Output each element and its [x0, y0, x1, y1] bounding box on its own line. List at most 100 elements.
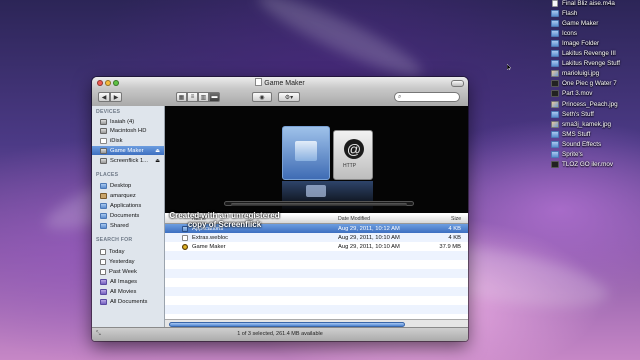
desktop-item[interactable]: SMS Stuff: [551, 129, 640, 139]
sidebar-item-label: Today: [109, 248, 125, 255]
applications-folder-preview[interactable]: [282, 126, 330, 180]
cover-flow-scroll-thumb[interactable]: [231, 202, 407, 206]
eye-icon: ◉: [259, 94, 265, 101]
sidebar-item-screenflick[interactable]: Screenflick 1... ⏏: [92, 156, 164, 165]
forward-button[interactable]: ▶: [110, 92, 122, 102]
sidebar-item-label: Desktop: [110, 182, 132, 189]
desktop-item[interactable]: Lakitus Rvenge Stuff: [551, 59, 640, 69]
sidebar-item-past-week[interactable]: Past Week: [92, 267, 164, 276]
scroll-thumb[interactable]: [169, 321, 405, 327]
finder-window: Game Maker ◀ ▶ ▦ ≡ ▥ ▬ ◉ ⚙▾ ⌕ DEVICES Is…: [92, 77, 468, 341]
folder-icon: [551, 39, 559, 47]
sidebar-item-isaiah[interactable]: Isaiah (4): [92, 117, 164, 126]
sidebar-item-all-images[interactable]: All Images: [92, 277, 164, 286]
desktop-item[interactable]: One Piec g Water 7: [551, 79, 640, 89]
disk-icon: [100, 127, 107, 134]
folder-icon: [551, 60, 559, 68]
desktop-item-label: Icons: [562, 29, 578, 37]
eject-icon[interactable]: ⏏: [155, 158, 160, 164]
desktop-item[interactable]: Game Maker: [551, 18, 640, 28]
sidebar-item-label: iDisk: [110, 137, 123, 144]
desktop-item-label: marioluigi.jpg: [562, 70, 600, 78]
folder-icon: [551, 110, 559, 118]
desktop-item[interactable]: Image Folder: [551, 38, 640, 48]
icon-view-icon: ▦: [178, 94, 185, 101]
sidebar-header-places: PLACES: [96, 172, 119, 178]
search-field[interactable]: ⌕: [394, 92, 460, 102]
toolbar-toggle-button[interactable]: [451, 80, 464, 87]
title-bar[interactable]: Game Maker: [92, 77, 468, 88]
forward-arrow-icon: ▶: [113, 94, 119, 101]
mouse-cursor-icon: [507, 64, 511, 70]
list-view-icon: ≡: [190, 94, 195, 100]
sidebar-item-label: All Documents: [110, 298, 148, 305]
toolbar: ◀ ▶ ▦ ≡ ▥ ▬ ◉ ⚙▾ ⌕: [92, 88, 468, 107]
column-header-size[interactable]: Size: [451, 216, 461, 222]
folder-icon: [551, 151, 559, 158]
column-view-button[interactable]: ▥: [198, 92, 209, 102]
coverflow-view-icon: ▬: [211, 94, 218, 100]
desktop-item-label: Final Bliz aise.m4a: [562, 0, 615, 7]
list-view-button[interactable]: ≡: [187, 92, 198, 102]
desktop-item[interactable]: Icons: [551, 28, 640, 38]
back-button[interactable]: ◀: [98, 92, 110, 102]
table-row[interactable]: Extras.webloc Aug 29, 2011, 10:10 AM 4 K…: [165, 233, 468, 242]
desktop-item-label: sma3j_kamek.jpg: [562, 120, 611, 128]
desktop-item[interactable]: Sprite's: [551, 150, 640, 160]
sidebar-item-yesterday[interactable]: Yesterday: [92, 257, 164, 266]
sidebar-item-label: Yesterday: [109, 258, 135, 265]
search-input[interactable]: [405, 94, 457, 101]
desktop-item[interactable]: TLOZ GO iler.mov: [551, 160, 640, 170]
game-maker-app-icon: [182, 243, 188, 250]
http-icon: HTTP: [343, 163, 357, 169]
sidebar-item-all-documents[interactable]: All Documents: [92, 297, 164, 306]
sidebar-item-home[interactable]: amarquez: [92, 191, 164, 200]
folder-icon: [551, 9, 559, 17]
coverflow-view-button[interactable]: ▬: [209, 92, 220, 102]
folder-icon: [551, 29, 559, 37]
cover-flow-area[interactable]: @ HTTP: [165, 106, 468, 213]
folder-icon: [551, 19, 559, 27]
desktop-item-label: Flash: [562, 9, 578, 17]
search-icon: ⌕: [398, 94, 402, 100]
quick-look-button[interactable]: ◉: [252, 92, 272, 102]
image-icon: [551, 70, 559, 78]
folder-proxy-icon[interactable]: [255, 78, 263, 86]
eject-icon[interactable]: ⏏: [155, 148, 160, 154]
desktop-item-label: Part 3.mov: [562, 90, 593, 98]
icon-view-button[interactable]: ▦: [176, 92, 187, 102]
desktop-item[interactable]: Princess_Peach.jpg: [551, 99, 640, 109]
window-title-text: Game Maker: [264, 80, 305, 87]
clock-icon: [100, 268, 106, 275]
sidebar-item-today[interactable]: Today: [92, 247, 164, 256]
desktop-item[interactable]: Final Bliz aise.m4a: [551, 0, 640, 8]
watermark-line-1: Created with an unregistered: [169, 211, 280, 220]
sidebar-item-desktop[interactable]: Desktop: [92, 181, 164, 190]
sidebar-item-macintosh-hd[interactable]: Macintosh HD: [92, 126, 164, 135]
watermark-line-2: copy of Screenflick: [187, 220, 262, 229]
action-menu-button[interactable]: ⚙▾: [278, 92, 300, 102]
desktop-item-label: Lakitus Rvenge Stuff: [562, 60, 620, 68]
sidebar-item-applications[interactable]: Applications: [92, 201, 164, 210]
desktop-item[interactable]: Part 3.mov: [551, 89, 640, 99]
sidebar-item-label: All Images: [110, 278, 138, 285]
webloc-preview[interactable]: @ HTTP: [333, 130, 373, 180]
desktop-item[interactable]: marioluigi.jpg: [551, 69, 640, 79]
desktop-item[interactable]: Lakitus Revenge III: [551, 49, 640, 59]
smart-folder-icon: [100, 278, 107, 285]
sidebar-item-label: All Movies: [110, 288, 137, 295]
sidebar-header-search-for: SEARCH FOR: [96, 237, 133, 243]
sidebar-item-all-movies[interactable]: All Movies: [92, 287, 164, 296]
desktop-item[interactable]: sma3j_kamek.jpg: [551, 119, 640, 129]
cover-flow-scrollbar[interactable]: [224, 201, 414, 206]
desktop-item[interactable]: Sound Effects: [551, 139, 640, 149]
desktop-item-label: Lakitus Revenge III: [562, 50, 616, 57]
folder-icon: [551, 130, 559, 138]
desktop-icon: [100, 182, 107, 189]
desktop-item[interactable]: Flash: [551, 8, 640, 18]
sidebar-item-label: Isaiah (4): [110, 118, 135, 125]
desktop-item[interactable]: Seth's Stuff: [551, 109, 640, 119]
sidebar-item-game-maker[interactable]: Game Maker ⏏: [92, 146, 164, 155]
table-row[interactable]: Game Maker Aug 29, 2011, 10:10 AM 37.9 M…: [165, 242, 468, 251]
sidebar-item-idisk[interactable]: iDisk: [92, 136, 164, 145]
